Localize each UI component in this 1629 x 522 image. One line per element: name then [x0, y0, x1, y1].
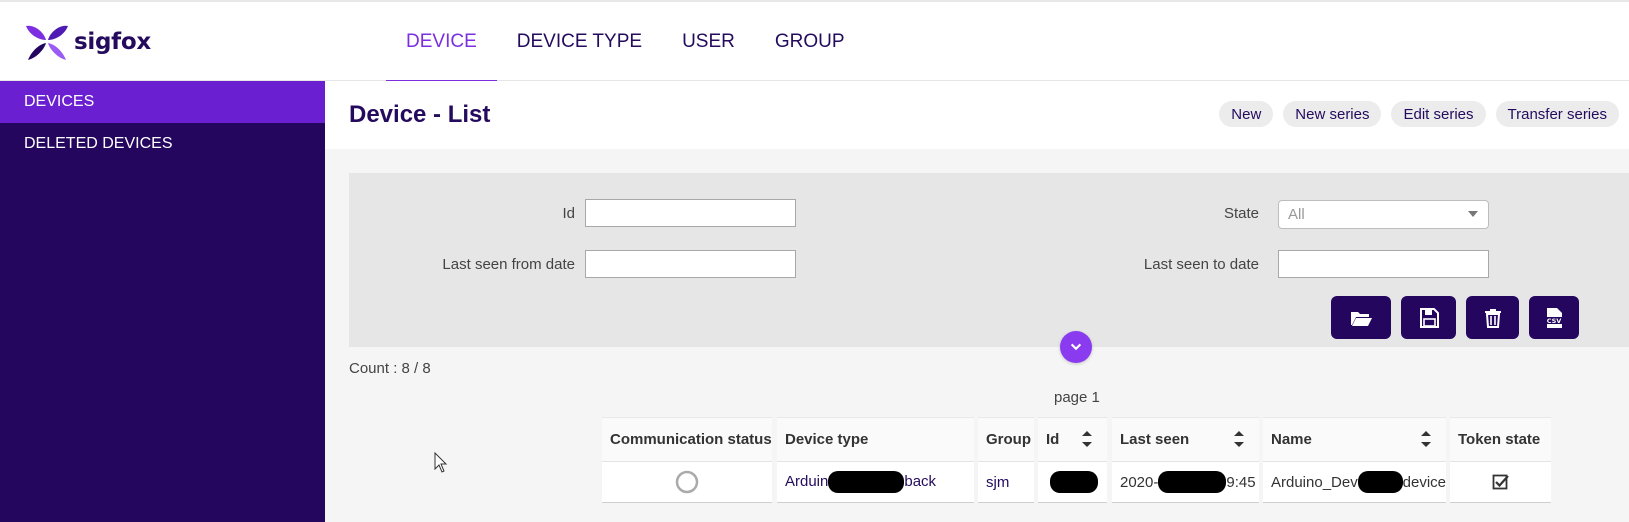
- last-seen-cell: 2020- 9:45: [1112, 461, 1259, 503]
- filter-panel: Id State All Last seen from date Last se…: [349, 173, 1629, 347]
- table-header: Communication status Device type Group I…: [602, 417, 1551, 461]
- nav-device-type[interactable]: DEVICE TYPE: [497, 2, 662, 81]
- sort-icon[interactable]: [1081, 428, 1093, 450]
- title-bar: Device - List New New series Edit series…: [325, 81, 1629, 149]
- new-button[interactable]: New: [1219, 101, 1274, 127]
- status-circle-icon: [675, 470, 699, 494]
- chevron-down-icon: [1070, 343, 1082, 351]
- page-indicator: page 1: [1054, 389, 1100, 406]
- state-label: State: [1223, 205, 1259, 222]
- page-actions: New New series Edit series Transfer seri…: [1219, 101, 1619, 127]
- delete-filter-button[interactable]: [1466, 296, 1519, 339]
- collapse-filters-button[interactable]: [1060, 331, 1092, 363]
- column-header-device-type[interactable]: Device type: [777, 417, 974, 461]
- communication-status-cell: [602, 461, 772, 503]
- nav-device[interactable]: DEVICE: [386, 2, 497, 82]
- state-selected-value: All: [1288, 206, 1305, 223]
- save-filter-button[interactable]: [1401, 296, 1456, 339]
- column-id-label: Id: [1046, 431, 1060, 448]
- svg-text:CSV: CSV: [1547, 317, 1562, 325]
- token-state-cell: [1450, 461, 1551, 503]
- sort-icon[interactable]: [1420, 428, 1432, 450]
- new-series-button[interactable]: New series: [1283, 101, 1382, 127]
- redaction: [1050, 471, 1098, 493]
- id-cell[interactable]: [1038, 461, 1107, 503]
- last-seen-from-input[interactable]: [585, 250, 796, 278]
- csv-file-icon: CSV: [1545, 307, 1563, 328]
- id-input[interactable]: [585, 199, 796, 227]
- folder-open-icon: [1351, 311, 1372, 326]
- sigfox-logo[interactable]: sigfox: [24, 22, 151, 62]
- load-filter-button[interactable]: [1331, 296, 1391, 339]
- chevron-down-icon: [1468, 211, 1478, 217]
- column-header-group[interactable]: Group: [978, 417, 1034, 461]
- column-header-token-state[interactable]: Token state: [1450, 417, 1551, 461]
- main-nav: DEVICE DEVICE TYPE USER GROUP: [386, 2, 865, 82]
- nav-user[interactable]: USER: [662, 2, 755, 81]
- id-label: Id: [562, 205, 575, 222]
- device-type-cell[interactable]: Arduin back: [777, 461, 974, 503]
- table-row[interactable]: Arduin back sjm 2020- 9:45 Arduino_Dev devi…: [602, 461, 1551, 503]
- last-seen-to-label: Last seen to date: [1143, 256, 1259, 273]
- name-cell: Arduino_Dev device: [1263, 461, 1446, 503]
- sidebar-item-devices[interactable]: DEVICES: [0, 81, 325, 123]
- transfer-series-button[interactable]: Transfer series: [1495, 101, 1619, 127]
- redaction: [828, 471, 905, 493]
- nav-group[interactable]: GROUP: [755, 2, 865, 81]
- column-last-seen-label: Last seen: [1120, 431, 1190, 448]
- column-header-communication-status[interactable]: Communication status: [602, 417, 772, 461]
- butterfly-logo-icon: [26, 25, 68, 60]
- trash-icon: [1484, 308, 1501, 328]
- result-count: Count : 8 / 8: [349, 360, 431, 377]
- sidebar: DEVICES DELETED DEVICES: [0, 81, 325, 522]
- page-title: Device - List: [349, 101, 491, 128]
- group-cell[interactable]: sjm: [978, 461, 1034, 503]
- redaction: [1158, 471, 1227, 493]
- group-link[interactable]: sjm: [986, 474, 1009, 491]
- main-content: Device - List New New series Edit series…: [325, 81, 1629, 522]
- export-csv-button[interactable]: CSV: [1529, 296, 1579, 339]
- redaction: [1357, 471, 1403, 493]
- state-select[interactable]: All: [1278, 200, 1489, 229]
- brand-name: sigfox: [74, 29, 151, 55]
- edit-series-button[interactable]: Edit series: [1391, 101, 1486, 127]
- last-seen-from-label: Last seen from date: [442, 256, 575, 273]
- sidebar-item-deleted-devices[interactable]: DELETED DEVICES: [0, 123, 325, 165]
- column-header-id[interactable]: Id: [1038, 417, 1107, 461]
- column-name-label: Name: [1271, 431, 1312, 448]
- save-icon: [1419, 307, 1439, 328]
- app-header: sigfox DEVICE DEVICE TYPE USER GROUP: [0, 2, 1629, 82]
- mouse-cursor-icon: [434, 452, 448, 473]
- checkbox-checked-icon: [1492, 474, 1509, 490]
- column-header-last-seen[interactable]: Last seen: [1112, 417, 1259, 461]
- sort-icon[interactable]: [1233, 428, 1245, 450]
- column-header-name[interactable]: Name: [1263, 417, 1446, 461]
- device-type-link[interactable]: Arduin back: [785, 471, 936, 493]
- last-seen-to-input[interactable]: [1278, 250, 1489, 278]
